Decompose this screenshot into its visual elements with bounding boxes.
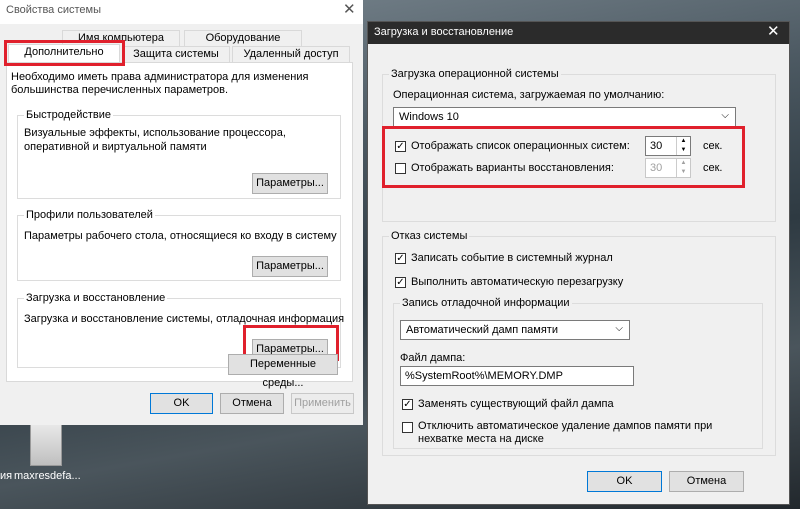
default-os-value: Windows 10 xyxy=(399,111,459,123)
system-properties-window: Свойства системы ✕ Имя компьютера Оборуд… xyxy=(0,0,363,425)
performance-group: Быстродействие Визуальные эффекты, испол… xyxy=(17,109,341,199)
dump-file-value: %SystemRoot%\MEMORY.DMP xyxy=(405,370,563,382)
cancel-button[interactable]: Отмена xyxy=(220,393,284,414)
advanced-tab-panel: Необходимо иметь права администратора дл… xyxy=(6,62,353,382)
debug-info-group: Запись отладочной информации Автоматичес… xyxy=(393,297,763,449)
dump-file-input[interactable]: %SystemRoot%\MEMORY.DMP xyxy=(400,366,634,386)
system-failure-title: Отказ системы xyxy=(389,230,470,242)
chevron-down-icon: ⌵ xyxy=(721,110,729,121)
desktop-icon-label[interactable]: maxresdefa... xyxy=(14,470,81,482)
startup-recovery-desc: Загрузка и восстановление системы, отлад… xyxy=(24,313,345,325)
desktop-icon-label-left: ия xyxy=(0,470,13,482)
cancel-button[interactable]: Отмена xyxy=(669,471,744,492)
environment-variables-button[interactable]: Переменные среды... xyxy=(228,354,338,389)
debug-info-title: Запись отладочной информации xyxy=(400,297,572,309)
write-event-label: Записать событие в системный журнал xyxy=(411,252,613,264)
dialog-title: Загрузка и восстановление xyxy=(374,26,514,38)
desktop-file-icon[interactable] xyxy=(30,424,62,466)
ok-button[interactable]: OK xyxy=(587,471,662,492)
tab-hardware[interactable]: Оборудование xyxy=(184,30,302,46)
tab-remote[interactable]: Удаленный доступ xyxy=(232,46,350,62)
chevron-down-icon: ⌵ xyxy=(615,323,623,334)
os-startup-title: Загрузка операционной системы xyxy=(389,68,561,80)
user-profiles-group: Профили пользователей Параметры рабочего… xyxy=(17,209,341,281)
dump-type-select[interactable]: Автоматический дамп памяти ⌵ xyxy=(400,320,630,340)
window-title: Свойства системы xyxy=(6,4,102,16)
admin-note: Необходимо иметь права администратора дл… xyxy=(11,71,309,96)
highlight-os-list-options xyxy=(382,126,745,188)
startup-recovery-window: Загрузка и восстановление ✕ Загрузка опе… xyxy=(367,21,790,505)
startup-recovery-titlebar[interactable]: Загрузка и восстановление ✕ xyxy=(368,22,789,44)
auto-restart-checkbox[interactable]: ✓ xyxy=(395,277,406,288)
ok-button[interactable]: OK xyxy=(150,393,213,414)
highlight-advanced-tab xyxy=(4,40,125,66)
system-properties-titlebar[interactable]: Свойства системы ✕ xyxy=(0,0,363,22)
performance-settings-button[interactable]: Параметры... xyxy=(252,173,328,194)
tab-system-protection[interactable]: Защита системы xyxy=(122,46,230,62)
close-icon[interactable]: ✕ xyxy=(767,23,780,41)
user-profiles-title: Профили пользователей xyxy=(24,209,155,221)
overwrite-dump-checkbox[interactable]: ✓ xyxy=(402,399,413,410)
performance-desc: Визуальные эффекты, использование процес… xyxy=(24,127,286,153)
system-failure-group: Отказ системы ✓ Записать событие в систе… xyxy=(382,230,776,456)
user-profiles-desc: Параметры рабочего стола, относящиеся ко… xyxy=(24,230,337,242)
default-os-select[interactable]: Windows 10 ⌵ xyxy=(393,107,736,127)
system-properties-body: Имя компьютера Оборудование Дополнительн… xyxy=(0,24,363,425)
disable-auto-delete-checkbox[interactable] xyxy=(402,422,413,433)
overwrite-dump-label: Заменять существующий файл дампа xyxy=(418,398,614,410)
user-profiles-settings-button[interactable]: Параметры... xyxy=(252,256,328,277)
apply-button[interactable]: Применить xyxy=(291,393,354,414)
close-icon[interactable]: ✕ xyxy=(343,1,356,19)
write-event-checkbox[interactable]: ✓ xyxy=(395,253,406,264)
dump-file-label: Файл дампа: xyxy=(400,352,466,364)
dump-type-value: Автоматический дамп памяти xyxy=(406,324,558,336)
auto-restart-label: Выполнить автоматическую перезагрузку xyxy=(411,276,624,288)
disable-auto-delete-label: Отключить автоматическое удаление дампов… xyxy=(418,420,713,445)
default-os-label: Операционная система, загружаемая по умо… xyxy=(393,89,665,101)
performance-title: Быстродействие xyxy=(24,109,113,121)
startup-recovery-title: Загрузка и восстановление xyxy=(24,292,168,304)
